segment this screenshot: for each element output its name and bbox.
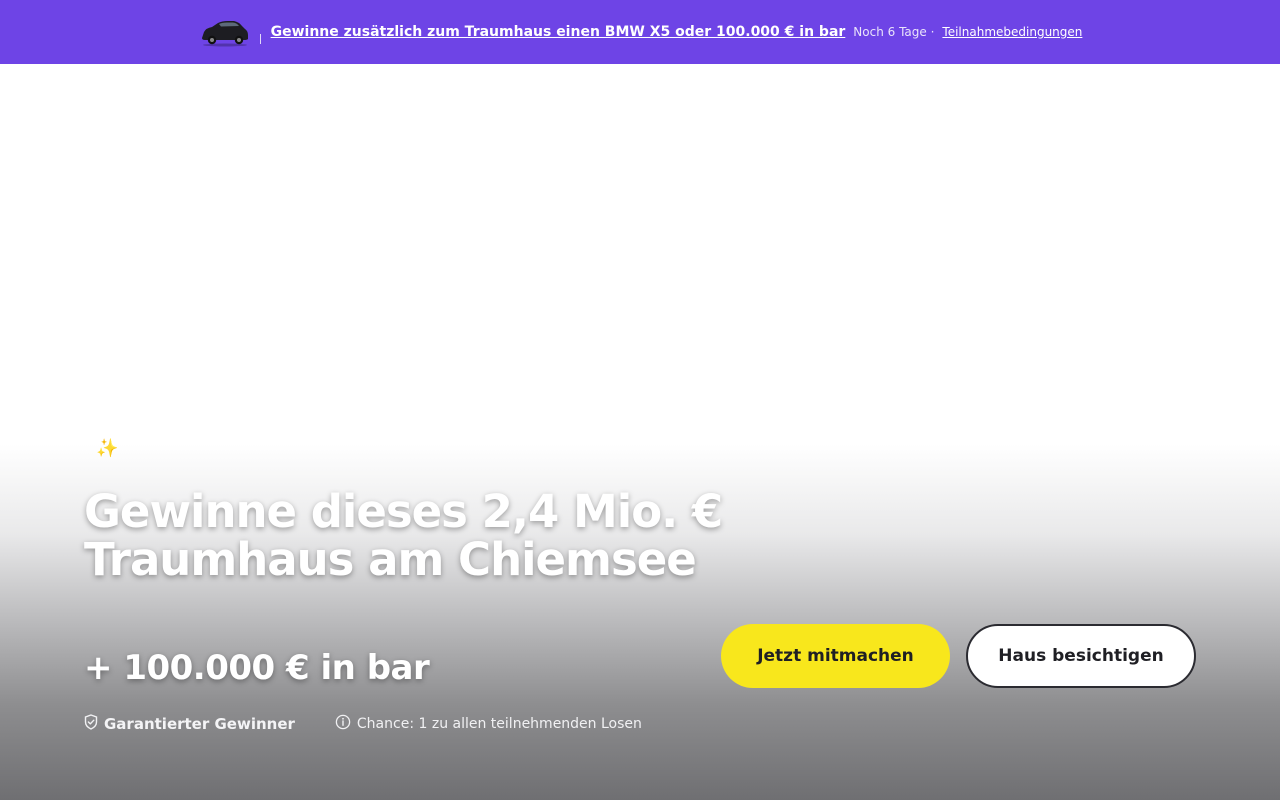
promo-banner: Gewinne zusätzlich zum Traumhaus einen B…: [0, 0, 1280, 64]
chance-info: Chance: 1 zu allen teilnehmenden Losen: [335, 714, 642, 734]
terms-link[interactable]: Teilnahmebedingungen: [942, 25, 1082, 39]
shield-check-icon: [84, 714, 98, 734]
guaranteed-winner-label: Garantierter Gewinner: [104, 715, 295, 733]
hero-info-row: Garantierter Gewinner Chance: 1 zu allen…: [84, 714, 642, 734]
guaranteed-winner: Garantierter Gewinner: [84, 714, 295, 734]
view-house-button[interactable]: Haus besichtigen: [966, 624, 1196, 688]
participate-button[interactable]: Jetzt mitmachen: [721, 624, 950, 688]
promo-banner-content: Gewinne zusätzlich zum Traumhaus einen B…: [198, 16, 1082, 48]
hero-title: Gewinne dieses 2,4 Mio. € Traumhaus am C…: [84, 485, 723, 586]
info-circle-icon[interactable]: [335, 714, 351, 734]
hero-section: ✨ Gewinne dieses 2,4 Mio. € Traumhaus am…: [0, 64, 1280, 800]
banner-divider: [259, 34, 261, 44]
car-thumbnail-icon: [198, 16, 250, 48]
countdown-text: Noch 6 Tage ·: [853, 25, 935, 39]
bmw-promo-link[interactable]: Gewinne zusätzlich zum Traumhaus einen B…: [271, 24, 846, 40]
sparkles-icon: ✨: [96, 438, 119, 459]
hero-subtitle: + 100.000 € in bar: [84, 648, 430, 688]
chance-text: Chance: 1 zu allen teilnehmenden Losen: [356, 716, 642, 732]
